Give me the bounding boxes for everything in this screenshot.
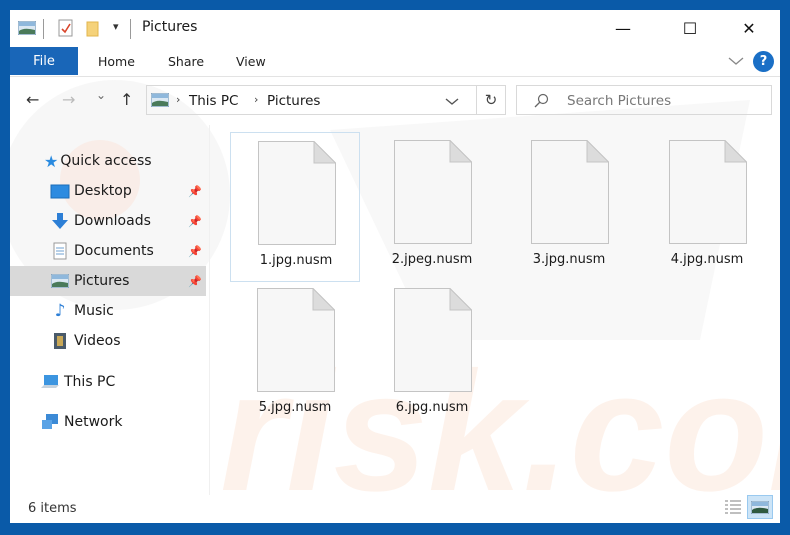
computer-icon	[40, 373, 60, 391]
file-item[interactable]: 5.jpg.nusm	[230, 280, 360, 430]
large-icons-view-button[interactable]	[747, 495, 773, 519]
file-item[interactable]: 4.jpg.nusm	[642, 132, 772, 282]
blank-file-icon	[258, 141, 336, 245]
sidebar-item-music[interactable]: ♪ Music	[10, 296, 206, 326]
file-item[interactable]: 3.jpg.nusm	[504, 132, 634, 282]
blank-file-icon	[669, 140, 747, 244]
sidebar-item-this-pc[interactable]: This PC	[10, 367, 206, 397]
minimize-button[interactable]: —	[600, 10, 646, 46]
file-name: 3.jpg.nusm	[532, 252, 606, 267]
network-icon	[40, 413, 60, 431]
forward-button[interactable]: →	[62, 90, 75, 109]
breadcrumb-separator-icon: ›	[176, 93, 181, 106]
sidebar-item-label: Pictures	[74, 273, 130, 289]
file-item[interactable]: 1.jpg.nusm	[230, 132, 360, 282]
pin-icon[interactable]: 📌	[188, 215, 202, 228]
window-title: Pictures	[142, 19, 198, 35]
sidebar-item-pictures[interactable]: Pictures 📌	[10, 266, 206, 296]
file-item[interactable]: 2.jpeg.nusm	[367, 132, 497, 282]
address-dropdown-icon[interactable]	[445, 97, 459, 106]
desktop-icon	[50, 182, 70, 200]
new-folder-icon[interactable]	[86, 21, 100, 37]
tab-file[interactable]: File	[10, 47, 78, 75]
video-icon	[50, 332, 70, 350]
tab-home[interactable]: Home	[98, 54, 135, 69]
blank-file-icon	[394, 288, 472, 392]
recent-locations-button[interactable]: ⌄	[96, 88, 106, 102]
navigation-pane: ★ Quick access Desktop 📌 Downloads 📌 Doc…	[10, 125, 210, 495]
status-item-count: 6 items	[28, 501, 77, 516]
file-name: 4.jpg.nusm	[670, 252, 744, 267]
search-box[interactable]: Search Pictures	[516, 85, 772, 115]
sidebar-item-label: Network	[64, 414, 123, 430]
explorer-window: risk.com ▾ Pictures — ☐ ✕ File Home Shar…	[10, 10, 780, 523]
refresh-button[interactable]: ↻	[476, 85, 506, 115]
sidebar-item-label: This PC	[64, 374, 116, 390]
document-icon	[50, 242, 70, 260]
sidebar-item-label: Documents	[74, 243, 154, 259]
sidebar-item-label: Videos	[74, 333, 121, 349]
search-icon	[534, 93, 549, 108]
breadcrumb-this-pc[interactable]: This PC	[189, 93, 238, 109]
navigation-bar: ← → ⌄ ↑ › This PC › Pictures ↻ Search Pi…	[10, 80, 780, 120]
file-name: 1.jpg.nusm	[259, 253, 333, 268]
pin-icon[interactable]: 📌	[188, 275, 202, 288]
pin-icon[interactable]: 📌	[188, 245, 202, 258]
breadcrumb-pictures[interactable]: Pictures	[267, 93, 320, 109]
sidebar-item-downloads[interactable]: Downloads 📌	[10, 206, 206, 236]
maximize-button[interactable]: ☐	[667, 10, 713, 46]
separator	[43, 19, 44, 39]
sidebar-item-quick-access[interactable]: ★ Quick access	[44, 146, 240, 176]
tab-share[interactable]: Share	[168, 54, 204, 69]
sidebar-item-label: Downloads	[74, 213, 151, 229]
star-icon: ★	[44, 151, 59, 171]
back-button[interactable]: ←	[26, 90, 39, 109]
pictures-icon	[50, 272, 70, 290]
details-view-button[interactable]	[723, 498, 743, 516]
title-bar: ▾ Pictures — ☐ ✕	[10, 10, 780, 46]
pictures-icon	[18, 21, 36, 35]
sidebar-item-videos[interactable]: Videos	[10, 326, 206, 356]
download-icon	[50, 212, 70, 230]
file-name: 2.jpeg.nusm	[391, 252, 473, 267]
ribbon: File Home Share View ?	[10, 46, 780, 77]
blank-file-icon	[257, 288, 335, 392]
tab-view[interactable]: View	[236, 54, 266, 69]
file-name: 5.jpg.nusm	[258, 400, 332, 415]
search-input[interactable]: Search Pictures	[567, 93, 671, 109]
large-icons-icon	[751, 500, 769, 514]
blank-file-icon	[531, 140, 609, 244]
pictures-icon	[151, 93, 169, 107]
sidebar-item-label: Music	[74, 303, 114, 319]
sidebar-item-network[interactable]: Network	[10, 407, 206, 437]
file-item[interactable]: 6.jpg.nusm	[367, 280, 497, 430]
sidebar-item-label: Desktop	[74, 183, 132, 199]
properties-icon[interactable]	[58, 19, 74, 37]
sidebar-item-desktop[interactable]: Desktop 📌	[10, 176, 206, 206]
up-button[interactable]: ↑	[120, 90, 133, 109]
address-bar[interactable]: › This PC › Pictures	[146, 85, 506, 115]
separator	[130, 19, 131, 39]
help-button[interactable]: ?	[753, 51, 774, 72]
breadcrumb-separator-icon: ›	[254, 93, 259, 106]
sidebar-item-documents[interactable]: Documents 📌	[10, 236, 206, 266]
pane-divider[interactable]	[209, 125, 210, 495]
pin-icon[interactable]: 📌	[188, 185, 202, 198]
sidebar-item-label: Quick access	[60, 153, 152, 169]
customize-qat-icon[interactable]: ▾	[113, 20, 119, 33]
expand-ribbon-icon[interactable]	[728, 56, 744, 66]
music-icon: ♪	[54, 301, 66, 321]
blank-file-icon	[394, 140, 472, 244]
file-name: 6.jpg.nusm	[395, 400, 469, 415]
close-button[interactable]: ✕	[726, 10, 772, 46]
